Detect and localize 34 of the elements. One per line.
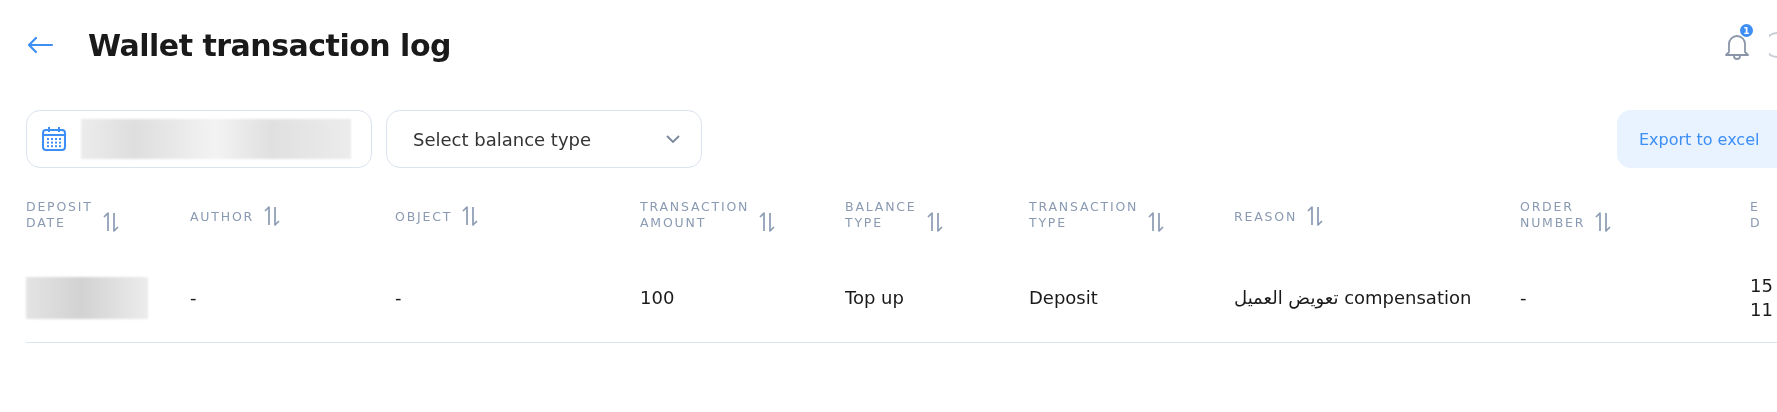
sort-icon[interactable] xyxy=(926,211,943,233)
table-cell: 15 11 xyxy=(1750,275,1773,320)
sort-icon[interactable] xyxy=(462,205,479,227)
table-cell: - xyxy=(190,287,197,308)
calendar-icon xyxy=(41,126,67,152)
column-header[interactable]: REASON xyxy=(1234,209,1298,225)
sort-icon[interactable] xyxy=(264,205,281,227)
table-cell: Deposit xyxy=(1029,287,1098,308)
table-cell: - xyxy=(1520,287,1527,308)
column-header[interactable]: OBJECT xyxy=(395,209,453,225)
column-header[interactable]: DEPOSIT DATE xyxy=(26,199,93,231)
sort-icon[interactable] xyxy=(1595,211,1612,233)
notification-badge: 1 xyxy=(1740,24,1753,37)
avatar-icon[interactable] xyxy=(1769,32,1777,58)
chevron-down-icon xyxy=(665,134,681,144)
sort-icon[interactable] xyxy=(759,211,776,233)
column-header[interactable]: BALANCE TYPE xyxy=(845,199,917,231)
table-cell: Top up xyxy=(845,287,904,308)
column-header[interactable]: AUTHOR xyxy=(190,209,255,225)
table-cell: تعويض العميل compensation xyxy=(1234,287,1472,308)
sort-icon[interactable] xyxy=(102,211,119,233)
column-header[interactable]: TRANSACTION AMOUNT xyxy=(640,199,750,231)
table-cell: - xyxy=(395,287,402,308)
page-title: Wallet transaction log xyxy=(88,27,451,63)
export-button[interactable]: Export to excel xyxy=(1617,110,1777,168)
column-header[interactable]: ORDER NUMBER xyxy=(1520,199,1586,231)
sort-icon[interactable] xyxy=(1307,205,1324,227)
date-range-field[interactable] xyxy=(26,110,372,168)
balance-type-dropdown[interactable]: Select balance type xyxy=(386,110,702,168)
column-header[interactable]: TRANSACTION TYPE xyxy=(1029,199,1139,231)
back-arrow-icon[interactable] xyxy=(26,36,54,54)
sort-icon[interactable] xyxy=(1148,211,1165,233)
column-header[interactable]: E D xyxy=(1750,199,1762,231)
table-cell: 100 xyxy=(640,287,675,308)
